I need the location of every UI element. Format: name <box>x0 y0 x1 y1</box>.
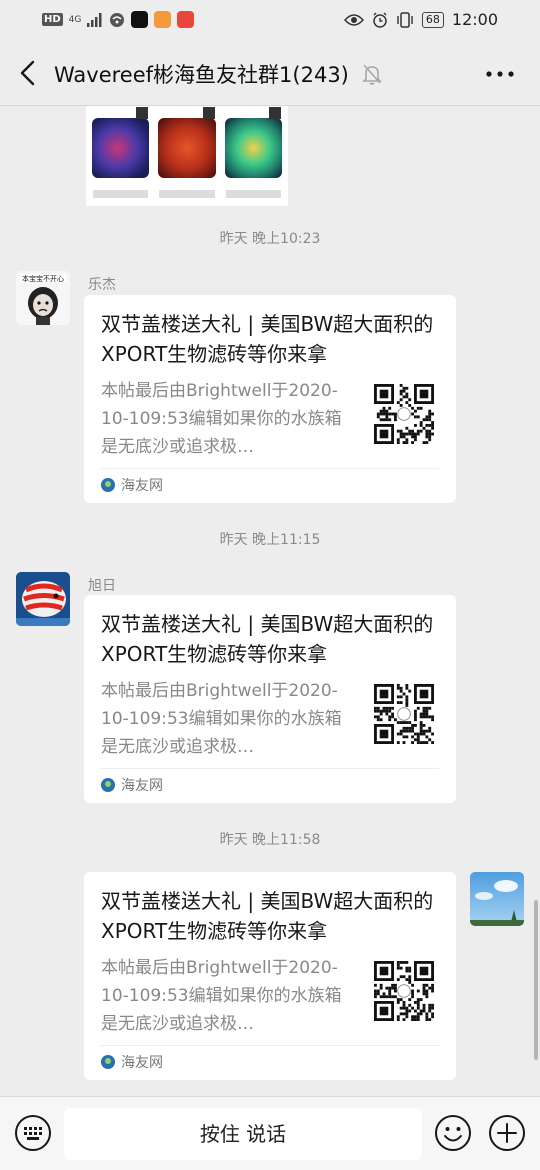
link-card[interactable]: 双节盖楼送大礼 | 美国BW超大面积的XPORT生物滤砖等你来拿 本帖最后由Br… <box>84 595 456 803</box>
back-icon[interactable] <box>16 58 40 88</box>
tiktok-icon <box>130 11 148 28</box>
card-title: 双节盖楼送大礼 | 美国BW超大面积的XPORT生物滤砖等你来拿 <box>101 312 434 366</box>
image-tile <box>222 106 285 202</box>
status-right: 68 12:00 <box>343 10 498 29</box>
timestamp: 昨天 晚上11:15 <box>219 532 321 548</box>
sender-name: 乐杰 <box>88 277 116 293</box>
status-bar: HD 4G 68 12:00 <box>0 0 540 40</box>
network-label: 4G <box>68 14 82 25</box>
hold-to-talk-button[interactable]: 按住 说话 <box>64 1108 422 1160</box>
source-logo-icon <box>101 1055 115 1069</box>
avatar-fish-icon <box>16 572 70 626</box>
chat-area[interactable]: 昨天 晚上10:23 本宝宝不开心 乐杰 双节盖楼送大礼 | 美国BW超大面积的… <box>0 106 540 1096</box>
shared-image-partial[interactable] <box>86 106 288 206</box>
avatar-sky-icon <box>470 872 524 926</box>
chat-header: Wavereef彬海鱼友社群1(243) <box>0 40 540 106</box>
qr-code-icon <box>374 384 434 444</box>
more-icon[interactable] <box>486 71 514 77</box>
source-logo-icon <box>101 778 115 792</box>
avatar[interactable]: 本宝宝不开心 <box>16 271 70 325</box>
chat-title: Wavereef彬海鱼友社群1(243) <box>54 63 349 87</box>
battery-icon: 68 <box>421 11 444 28</box>
status-left: HD 4G <box>42 11 194 28</box>
scrollbar[interactable] <box>534 900 538 1060</box>
source-name: 海友网 <box>121 1055 163 1071</box>
card-description: 本帖最后由Brightwell于2020-10-109:53编辑如果你的水族箱是… <box>101 681 342 757</box>
card-divider <box>101 768 439 769</box>
avatar[interactable] <box>16 572 70 626</box>
timestamp: 昨天 晚上10:23 <box>219 231 321 247</box>
source-logo-icon <box>101 478 115 492</box>
timestamp: 昨天 晚上11:58 <box>219 832 321 848</box>
link-card[interactable]: 双节盖楼送大礼 | 美国BW超大面积的XPORT生物滤砖等你来拿 本帖最后由Br… <box>84 295 456 503</box>
source-name: 海友网 <box>121 778 163 794</box>
avatar-cartoon-icon: 本宝宝不开心 <box>16 271 70 325</box>
image-tile <box>155 106 218 202</box>
eye-icon <box>343 13 364 26</box>
card-description: 本帖最后由Brightwell于2020-10-109:53编辑如果你的水族箱是… <box>101 958 342 1034</box>
image-tile <box>89 106 152 202</box>
alarm-icon <box>373 12 387 28</box>
wifi-icon <box>109 12 124 27</box>
keyboard-icon[interactable] <box>14 1114 52 1152</box>
card-divider <box>101 468 439 469</box>
card-source: 海友网 <box>101 1052 163 1072</box>
card-title: 双节盖楼送大礼 | 美国BW超大面积的XPORT生物滤砖等你来拿 <box>101 612 434 666</box>
sender-name: 旭日 <box>88 578 116 594</box>
signal-icon <box>86 12 102 27</box>
app-icon-red <box>176 11 194 28</box>
qr-code-icon <box>374 961 434 1021</box>
card-title: 双节盖楼送大礼 | 美国BW超大面积的XPORT生物滤砖等你来拿 <box>101 889 434 943</box>
source-name: 海友网 <box>121 478 163 494</box>
emoji-icon[interactable] <box>434 1114 472 1152</box>
clock: 12:00 <box>451 10 498 29</box>
avatar[interactable] <box>470 872 524 926</box>
hd-badge: HD <box>42 13 63 26</box>
mute-bell-icon <box>362 64 382 85</box>
card-divider <box>101 1045 439 1046</box>
card-source: 海友网 <box>101 475 163 495</box>
svg-text:本宝宝不开心: 本宝宝不开心 <box>22 274 64 283</box>
card-source: 海友网 <box>101 775 163 795</box>
card-description: 本帖最后由Brightwell于2020-10-109:53编辑如果你的水族箱是… <box>101 381 342 457</box>
qr-code-icon <box>374 684 434 744</box>
vibrate-icon <box>397 11 413 28</box>
app-icon-orange <box>153 11 171 28</box>
plus-icon[interactable] <box>488 1114 526 1152</box>
input-bar: 按住 说话 <box>0 1096 540 1170</box>
link-card[interactable]: 双节盖楼送大礼 | 美国BW超大面积的XPORT生物滤砖等你来拿 本帖最后由Br… <box>84 872 456 1080</box>
